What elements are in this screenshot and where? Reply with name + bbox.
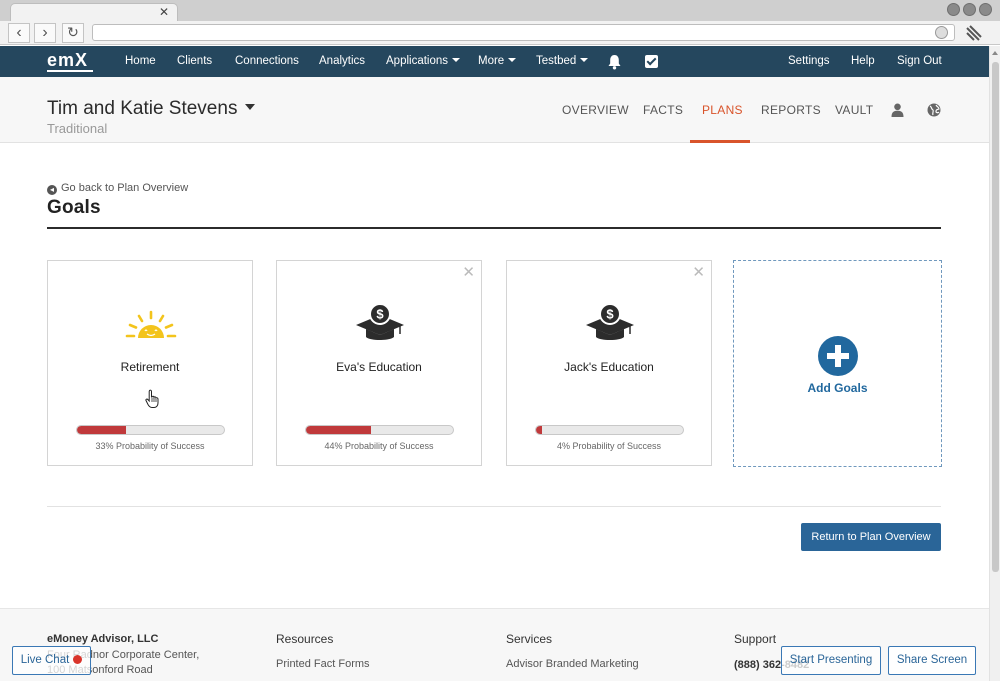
nav-more-label: More xyxy=(478,55,505,67)
probability-bar xyxy=(76,425,225,435)
nav-sign-out[interactable]: Sign Out xyxy=(897,55,942,67)
graduation-cap-icon: $ xyxy=(586,303,634,340)
share-screen-button[interactable]: Share Screen xyxy=(888,646,976,675)
tab-reports[interactable]: REPORTS xyxy=(761,103,821,117)
app-nav-bar: emX Home Clients Connections Analytics A… xyxy=(0,46,989,77)
chevron-down-icon xyxy=(452,58,461,62)
extension-icon[interactable] xyxy=(966,25,982,41)
return-to-plan-overview-button[interactable]: Return to Plan Overview xyxy=(801,523,941,551)
nav-testbed-label: Testbed xyxy=(536,55,577,67)
start-presenting-button[interactable]: Start Presenting xyxy=(781,646,881,675)
goal-card-retirement[interactable]: Retirement 33% Probability of Success xyxy=(47,260,253,466)
add-goal-card[interactable]: Add Goals xyxy=(733,260,942,467)
plus-circle-icon xyxy=(818,336,858,376)
client-header: Tim and Katie Stevens Traditional OVERVI… xyxy=(0,77,989,143)
nav-help[interactable]: Help xyxy=(851,55,875,67)
chevron-down-icon xyxy=(508,58,517,62)
remove-goal-icon[interactable]: ✕ xyxy=(692,263,705,281)
graduation-cap-icon: $ xyxy=(356,303,404,340)
footer-services-heading: Services xyxy=(506,632,553,646)
minimize-icon[interactable] xyxy=(947,3,960,16)
hand-pointer-cursor-icon xyxy=(145,389,159,408)
tab-plans[interactable]: PLANS xyxy=(702,103,743,117)
probability-label: 44% Probability of Success xyxy=(324,441,434,451)
footer-link-printed-fact-forms[interactable]: Printed Fact Forms xyxy=(276,658,370,670)
site-info-icon[interactable] xyxy=(935,26,948,39)
reload-icon[interactable]: ↻ xyxy=(62,23,84,43)
probability-bar-fill xyxy=(77,426,126,434)
probability-bar xyxy=(305,425,454,435)
sun-icon xyxy=(125,310,177,338)
nav-home[interactable]: Home xyxy=(125,55,156,67)
nav-applications[interactable]: Applications xyxy=(386,55,461,67)
probability-label: 4% Probability of Success xyxy=(556,441,662,451)
page-scrollbar[interactable] xyxy=(989,46,1000,681)
probability-label: 33% Probability of Success xyxy=(95,441,205,451)
arrow-left-circle-icon: ◂ xyxy=(47,185,57,195)
tasks-checkbox-icon[interactable] xyxy=(645,55,658,68)
active-tab-indicator xyxy=(690,140,750,143)
emx-logo[interactable]: emX xyxy=(47,51,93,72)
svg-text:$: $ xyxy=(376,307,384,322)
footer-link-advisor-branded-marketing[interactable]: Advisor Branded Marketing xyxy=(506,658,639,670)
live-chat-button[interactable]: Live Chat xyxy=(12,646,91,675)
section-divider xyxy=(47,506,941,507)
address-bar[interactable] xyxy=(92,24,955,41)
remove-goal-icon[interactable]: ✕ xyxy=(462,263,475,281)
goal-name: Retirement xyxy=(120,360,180,374)
probability-bar-fill xyxy=(306,426,371,434)
browser-toolbar: ‹ › ↻ xyxy=(0,21,1000,45)
add-goal-label: Add Goals xyxy=(807,381,868,395)
goal-name: Jack's Education xyxy=(564,360,654,374)
client-name: Tim and Katie Stevens xyxy=(47,98,238,119)
tab-facts[interactable]: FACTS xyxy=(643,103,683,117)
window-controls xyxy=(947,3,992,16)
browser-tab-strip: ✕ xyxy=(0,0,1000,21)
nav-applications-label: Applications xyxy=(386,55,449,67)
maximize-icon[interactable] xyxy=(963,3,976,16)
probability-bar-fill xyxy=(536,426,542,434)
browser-tab[interactable]: ✕ xyxy=(10,3,178,21)
live-chat-label: Live Chat xyxy=(20,654,70,666)
status-dot-icon xyxy=(73,655,83,664)
tab-vault[interactable]: VAULT xyxy=(835,103,873,117)
chevron-down-icon xyxy=(580,58,589,62)
client-type: Traditional xyxy=(47,121,108,136)
bell-icon[interactable] xyxy=(607,54,622,70)
nav-settings[interactable]: Settings xyxy=(788,55,830,67)
footer-company: eMoney Advisor, LLC xyxy=(47,633,159,645)
footer-resources-heading: Resources xyxy=(276,632,334,646)
nav-connections[interactable]: Connections xyxy=(235,55,299,67)
client-name-dropdown[interactable]: Tim and Katie Stevens xyxy=(47,98,256,120)
tab-close-icon[interactable]: ✕ xyxy=(159,5,169,19)
probability-bar xyxy=(535,425,684,435)
chevron-down-icon xyxy=(245,104,256,110)
back-arrow-icon[interactable]: ‹ xyxy=(8,23,30,43)
back-to-plan-overview-link[interactable]: ◂ Go back to Plan Overview xyxy=(47,182,188,195)
person-icon[interactable] xyxy=(891,103,904,117)
back-link-label: Go back to Plan Overview xyxy=(61,182,189,194)
title-divider xyxy=(47,227,941,229)
goal-card-evas-education[interactable]: ✕ $ Eva's Education 44% Probability of S… xyxy=(276,260,482,466)
nav-clients[interactable]: Clients xyxy=(177,55,212,67)
scroll-up-icon[interactable] xyxy=(992,51,998,55)
goal-name: Eva's Education xyxy=(336,360,422,374)
close-window-icon[interactable] xyxy=(979,3,992,16)
page-title: Goals xyxy=(47,197,101,218)
forward-arrow-icon[interactable]: › xyxy=(34,23,56,43)
globe-icon[interactable] xyxy=(927,103,941,117)
goal-card-jacks-education[interactable]: ✕ $ Jack's Education 4% Probability of S… xyxy=(506,260,712,466)
svg-text:$: $ xyxy=(606,307,614,322)
nav-more[interactable]: More xyxy=(478,55,517,67)
nav-analytics[interactable]: Analytics xyxy=(319,55,365,67)
tab-overview[interactable]: OVERVIEW xyxy=(562,103,629,117)
footer-support-heading: Support xyxy=(734,632,777,646)
nav-testbed[interactable]: Testbed xyxy=(536,55,589,67)
scroll-thumb[interactable] xyxy=(992,62,999,572)
